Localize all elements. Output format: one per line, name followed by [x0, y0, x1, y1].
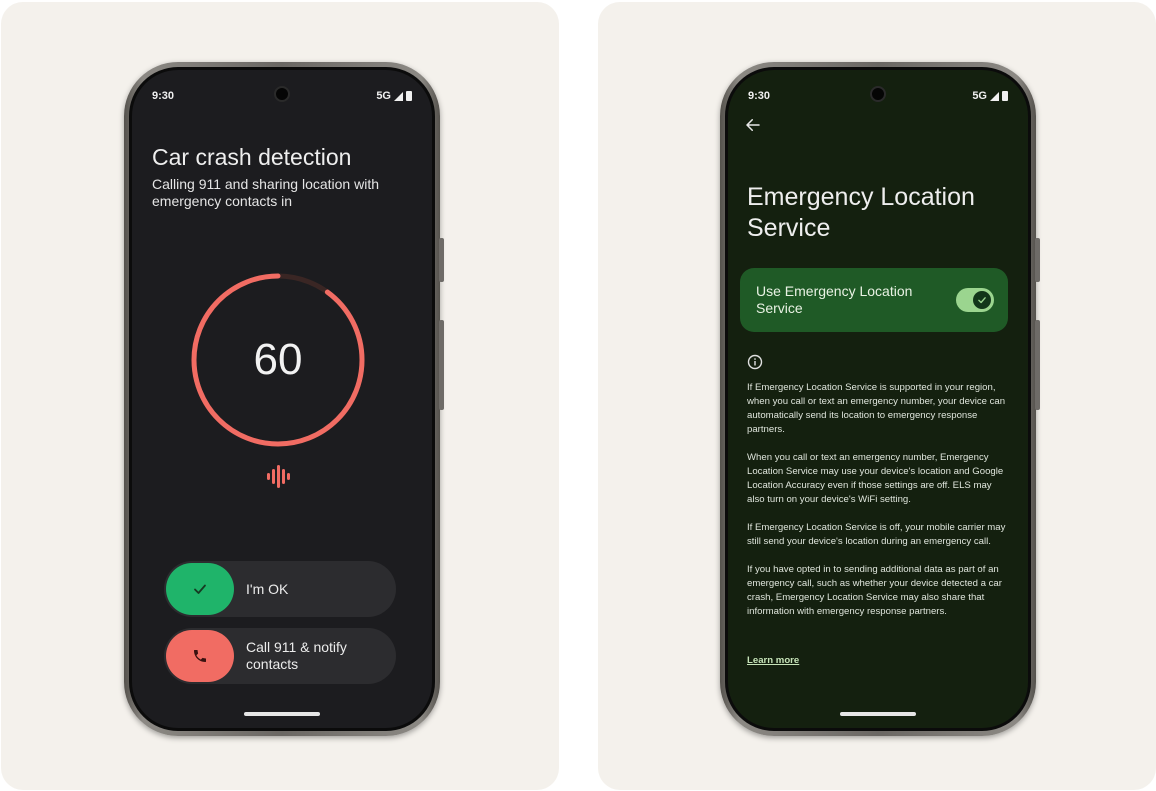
audio-waveform-icon: [267, 465, 290, 488]
check-icon: [978, 297, 986, 304]
power-button: [1035, 320, 1040, 410]
home-indicator[interactable]: [244, 712, 320, 716]
battery-icon: [406, 91, 412, 101]
call-911-slider[interactable]: Call 911 & notify contacts: [164, 628, 396, 684]
network-label: 5G: [972, 90, 987, 102]
page-title: Emergency Location Service: [747, 183, 975, 242]
call-911-label: Call 911 & notify contacts: [246, 639, 347, 672]
signal-icon: [394, 91, 403, 101]
paragraph: If you have opted in to sending addition…: [747, 564, 1002, 617]
im-ok-slider[interactable]: I'm OK: [164, 561, 396, 617]
check-icon: [194, 584, 206, 594]
page-subtitle: Calling 911 and sharing location with em…: [152, 176, 379, 209]
learn-more-link[interactable]: Learn more: [747, 655, 799, 666]
call-911-button[interactable]: [166, 630, 234, 682]
info-icon: [747, 354, 763, 370]
els-toggle-label: Use Emergency Location Service: [756, 283, 913, 316]
status-time: 9:30: [152, 90, 175, 102]
els-description: If Emergency Location Service is support…: [747, 381, 1009, 633]
camera-hole: [274, 86, 290, 102]
volume-button: [1035, 238, 1040, 282]
paragraph: When you call or text an emergency numbe…: [747, 452, 1004, 505]
power-button: [439, 320, 444, 410]
toggle-thumb: [973, 291, 991, 309]
camera-hole: [870, 86, 886, 102]
els-screen: 9:30 5G Emergency Location Service Use E…: [728, 70, 1028, 728]
network-label: 5G: [376, 90, 391, 102]
status-network: 5G: [972, 90, 1008, 102]
countdown-number: 60: [253, 335, 303, 384]
im-ok-label: I'm OK: [246, 580, 289, 597]
paragraph: If Emergency Location Service is support…: [747, 382, 1006, 435]
signal-icon: [990, 91, 999, 101]
crash-screen: 9:30 5G Car crash detection Calling 911 …: [132, 70, 432, 728]
els-toggle-switch[interactable]: [956, 288, 994, 312]
im-ok-button[interactable]: [166, 563, 234, 615]
left-phone: 9:30 5G Car crash detection Calling 911 …: [124, 62, 444, 736]
home-indicator[interactable]: [840, 712, 916, 716]
page-title: Car crash detection: [152, 144, 352, 170]
status-time: 9:30: [748, 90, 771, 102]
right-card: 9:30 5G Emergency Location Service Use E…: [598, 2, 1156, 790]
left-card: 9:30 5G Car crash detection Calling 911 …: [1, 2, 559, 790]
phone-icon: [194, 650, 206, 662]
els-toggle-row[interactable]: Use Emergency Location Service: [740, 268, 1008, 332]
right-phone: 9:30 5G Emergency Location Service Use E…: [720, 62, 1040, 736]
paragraph: If Emergency Location Service is off, yo…: [747, 522, 1006, 547]
battery-icon: [1002, 91, 1008, 101]
status-network: 5G: [376, 90, 412, 102]
volume-button: [439, 238, 444, 282]
back-arrow-icon[interactable]: [744, 116, 762, 134]
